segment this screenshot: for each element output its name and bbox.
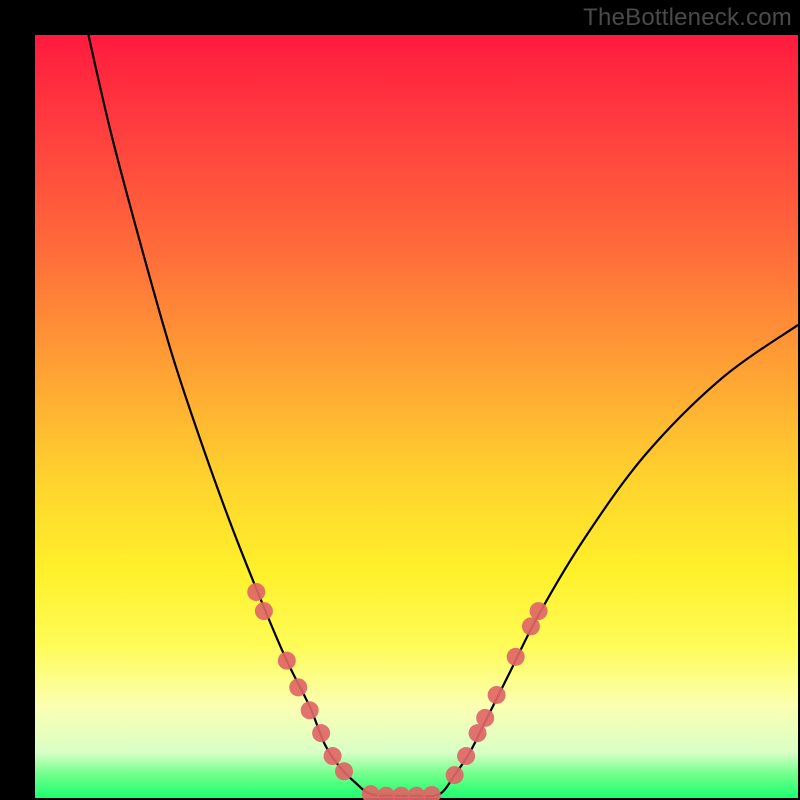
data-point	[423, 786, 441, 800]
data-point	[335, 762, 353, 780]
chart-frame: TheBottleneck.com	[0, 0, 800, 800]
data-point	[377, 787, 395, 800]
data-point	[522, 617, 540, 635]
marker-layer	[247, 583, 547, 800]
data-point	[278, 652, 296, 670]
data-point	[457, 747, 475, 765]
data-point	[362, 785, 380, 800]
data-point	[255, 602, 273, 620]
data-point	[469, 724, 487, 742]
data-point	[392, 787, 410, 800]
data-point	[408, 787, 426, 800]
attribution-text: TheBottleneck.com	[583, 4, 792, 32]
bottleneck-curve	[88, 35, 798, 796]
data-point	[488, 686, 506, 704]
data-point	[312, 724, 330, 742]
data-point	[446, 766, 464, 784]
data-point	[301, 701, 319, 719]
data-point	[247, 583, 265, 601]
data-point	[289, 678, 307, 696]
chart-svg	[35, 35, 798, 798]
curve-layer	[88, 35, 798, 796]
data-point	[324, 747, 342, 765]
data-point	[476, 709, 494, 727]
data-point	[507, 648, 525, 666]
data-point	[530, 602, 548, 620]
